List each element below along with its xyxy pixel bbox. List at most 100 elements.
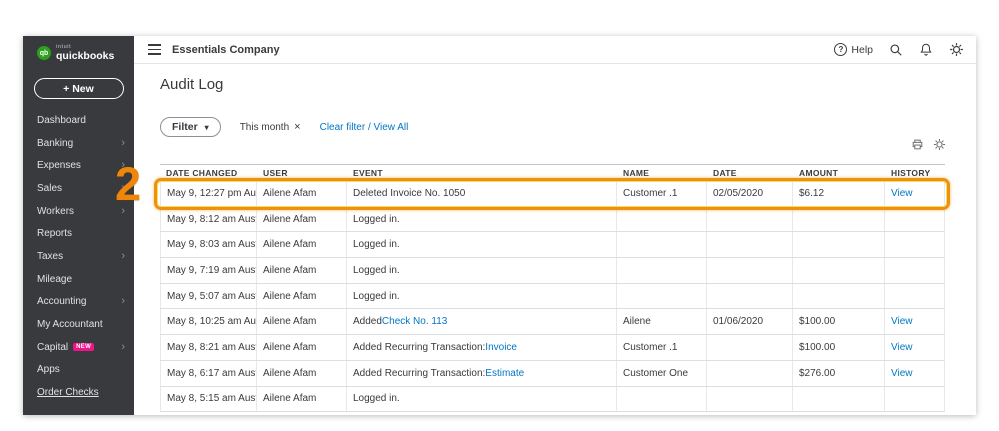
cell-amount	[793, 283, 885, 309]
cell-date: 02/05/2020	[707, 181, 793, 206]
sidebar-item-label: Capital	[37, 341, 69, 353]
remove-filter-icon[interactable]: ×	[294, 121, 300, 133]
chevron-right-icon: ›	[121, 159, 125, 172]
cell-history	[885, 206, 945, 232]
cell-history	[885, 232, 945, 258]
sidebar-item-accounting[interactable]: Accounting ›	[23, 291, 134, 314]
sidebar-item-mileage[interactable]: Mileage	[23, 268, 134, 291]
sidebar-item-order-checks[interactable]: Order Checks	[23, 381, 134, 404]
table-row[interactable]: May 9, 12:27 pm Australi...Ailene Afam De…	[160, 181, 945, 207]
new-button[interactable]: + New	[33, 78, 124, 99]
sidebar-item-expenses[interactable]: Expenses ›	[23, 154, 134, 177]
event-link[interactable]: Check No. 113	[382, 316, 447, 327]
cell-history: View	[885, 181, 945, 206]
search-icon[interactable]	[889, 43, 903, 57]
sidebar-item-apps[interactable]: Apps	[23, 359, 134, 382]
sidebar-item-label: Sales	[37, 182, 63, 194]
filter-button[interactable]: Filter ▾	[160, 117, 221, 137]
settings-gear-icon[interactable]	[949, 42, 964, 57]
cell-name	[617, 283, 707, 309]
chevron-right-icon: ›	[121, 204, 125, 217]
cell-event: Logged in.	[347, 232, 617, 258]
sidebar-item-capital[interactable]: Capital NEW ›	[23, 336, 134, 359]
view-history-link[interactable]: View	[891, 368, 913, 379]
cell-history: View	[885, 360, 945, 386]
cell-date	[707, 360, 793, 386]
sidebar-item-label: Reports	[37, 228, 73, 240]
sidebar-item-label: Order Checks	[37, 387, 99, 399]
sidebar-item-label: Expenses	[37, 160, 81, 172]
table-row[interactable]: May 9, 8:12 am Australia...Ailene Afam Lo…	[160, 206, 945, 233]
notifications-bell-icon[interactable]	[919, 42, 933, 57]
view-history-link[interactable]: View	[891, 342, 913, 353]
cell-history	[885, 258, 945, 283]
sidebar-nav: Dashboard Banking › Expenses › Sales › Workers ›…	[23, 109, 134, 404]
filter-button-label: Filter	[172, 121, 198, 133]
page-title: Audit Log	[160, 76, 224, 93]
sidebar-item-taxes[interactable]: Taxes ›	[23, 245, 134, 268]
sidebar-item-my-accountant[interactable]: My Accountant	[23, 313, 134, 336]
table-row[interactable]: May 9, 7:19 am Australia...Ailene Afam Lo…	[160, 258, 945, 284]
hamburger-menu-icon[interactable]	[148, 44, 161, 55]
cell-date-changed: May 9, 7:19 am Australia...	[160, 258, 257, 283]
active-filter-chip[interactable]: This month ×	[240, 121, 301, 133]
event-text: Added Recurring Transaction:	[353, 341, 486, 353]
event-link[interactable]: Estimate	[485, 368, 524, 379]
table-row[interactable]: May 8, 5:15 am Australia...Ailene Afam Lo…	[160, 386, 945, 413]
cell-event: Logged in.	[347, 386, 617, 412]
cell-date-changed: May 8, 6:17 am Australia...	[160, 360, 257, 386]
cell-date-changed: May 9, 5:07 am Australia...	[160, 283, 257, 309]
sidebar-item-label: Apps	[37, 364, 60, 376]
quickbooks-logo: qb intuit quickbooks	[23, 36, 134, 62]
column-header: DATE	[713, 167, 737, 178]
cell-user: Ailene Afam	[257, 335, 347, 360]
column-header: AMOUNT	[799, 167, 839, 178]
sidebar-item-banking[interactable]: Banking ›	[23, 132, 134, 155]
cell-event: Deleted Invoice No. 1050	[347, 181, 617, 206]
cell-amount: $100.00	[793, 335, 885, 360]
cell-history: View	[885, 335, 945, 360]
cell-user: Ailene Afam	[257, 386, 347, 412]
table-settings-gear-icon[interactable]	[933, 138, 946, 151]
table-row[interactable]: May 8, 10:25 am Australi...Ailene AfamAd…	[160, 309, 945, 336]
cell-user: Ailene Afam	[257, 360, 347, 386]
cell-date	[707, 232, 793, 258]
cell-user: Ailene Afam	[257, 232, 347, 258]
topbar: Essentials Company ? Help	[134, 36, 976, 64]
cell-date	[707, 386, 793, 412]
cell-event: Logged in.	[347, 206, 617, 232]
filter-row: Filter ▾ This month × Clear filter / Vie…	[160, 117, 408, 137]
view-history-link[interactable]: View	[891, 316, 913, 327]
sidebar-item-dashboard[interactable]: Dashboard	[23, 109, 134, 132]
sidebar-item-label: Banking	[37, 137, 74, 149]
sidebar-item-label: Mileage	[37, 273, 73, 285]
sidebar-item-sales[interactable]: Sales ›	[23, 177, 134, 200]
cell-user: Ailene Afam	[257, 309, 347, 335]
main-content: Audit Log Filter ▾ This month × Clear fi…	[134, 64, 976, 415]
cell-date	[707, 206, 793, 232]
cell-date: 01/06/2020	[707, 309, 793, 335]
cell-event: Added Recurring Transaction: Invoice	[347, 335, 617, 360]
chevron-right-icon: ›	[121, 136, 125, 149]
event-link[interactable]: Invoice	[485, 342, 517, 353]
cell-date-changed: May 9, 8:03 am Australia...	[160, 232, 257, 258]
audit-log-table: DATE CHANGED USER EVENT NAME DATE AMOUNT HISTO…	[160, 164, 945, 413]
cell-user: Ailene Afam	[257, 181, 347, 206]
help-button[interactable]: ? Help	[834, 43, 873, 56]
cell-amount	[793, 206, 885, 232]
table-row[interactable]: May 8, 8:21 am Australia...Ailene AfamAd…	[160, 335, 945, 361]
cell-date	[707, 283, 793, 309]
table-row[interactable]: May 9, 8:03 am Australia...Ailene Afam Lo…	[160, 232, 945, 259]
cell-date	[707, 258, 793, 283]
print-icon[interactable]	[911, 138, 924, 151]
cell-history	[885, 283, 945, 309]
sidebar-item-label: My Accountant	[37, 319, 103, 331]
view-history-link[interactable]: View	[891, 188, 913, 199]
sidebar-item-reports[interactable]: Reports	[23, 222, 134, 245]
cell-date-changed: May 8, 5:15 am Australia...	[160, 386, 257, 412]
table-row[interactable]: May 9, 5:07 am Australia...Ailene Afam Lo…	[160, 283, 945, 310]
cell-user: Ailene Afam	[257, 283, 347, 309]
clear-filter-link[interactable]: Clear filter / View All	[320, 122, 409, 133]
table-row[interactable]: May 8, 6:17 am Australia...Ailene AfamAd…	[160, 360, 945, 387]
sidebar-item-workers[interactable]: Workers ›	[23, 200, 134, 223]
